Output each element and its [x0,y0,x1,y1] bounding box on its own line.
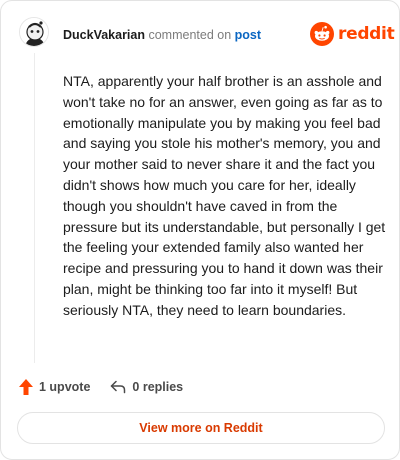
comment-byline: DuckVakarian commented on post [63,28,261,42]
replies-button[interactable]: 0 replies [110,380,183,394]
comment-body: NTA, apparently your half brother is an … [63,73,386,318]
reply-arrow-icon [111,380,126,394]
reddit-wordmark: reddit [338,24,395,44]
reddit-logo[interactable]: reddit [310,21,395,47]
comment-embed-card: DuckVakarian commented on post reddit NT… [0,0,400,460]
comment-actions: 1 upvote 0 replies [19,377,183,397]
reply-count: 0 replies [132,380,184,394]
reddit-snoo-icon [310,22,334,46]
view-more-on-reddit-button[interactable]: View more on Reddit [17,412,385,444]
post-link[interactable]: post [235,28,261,42]
upvote-arrow-icon [19,379,33,395]
upvote-button[interactable]: 1 upvote [19,379,90,395]
username[interactable]: DuckVakarian [63,28,145,42]
avatar-icon[interactable] [19,17,49,47]
upvote-count: 1 upvote [39,380,91,394]
thread-line [34,53,35,363]
comment-action-text: commented on [148,28,232,42]
